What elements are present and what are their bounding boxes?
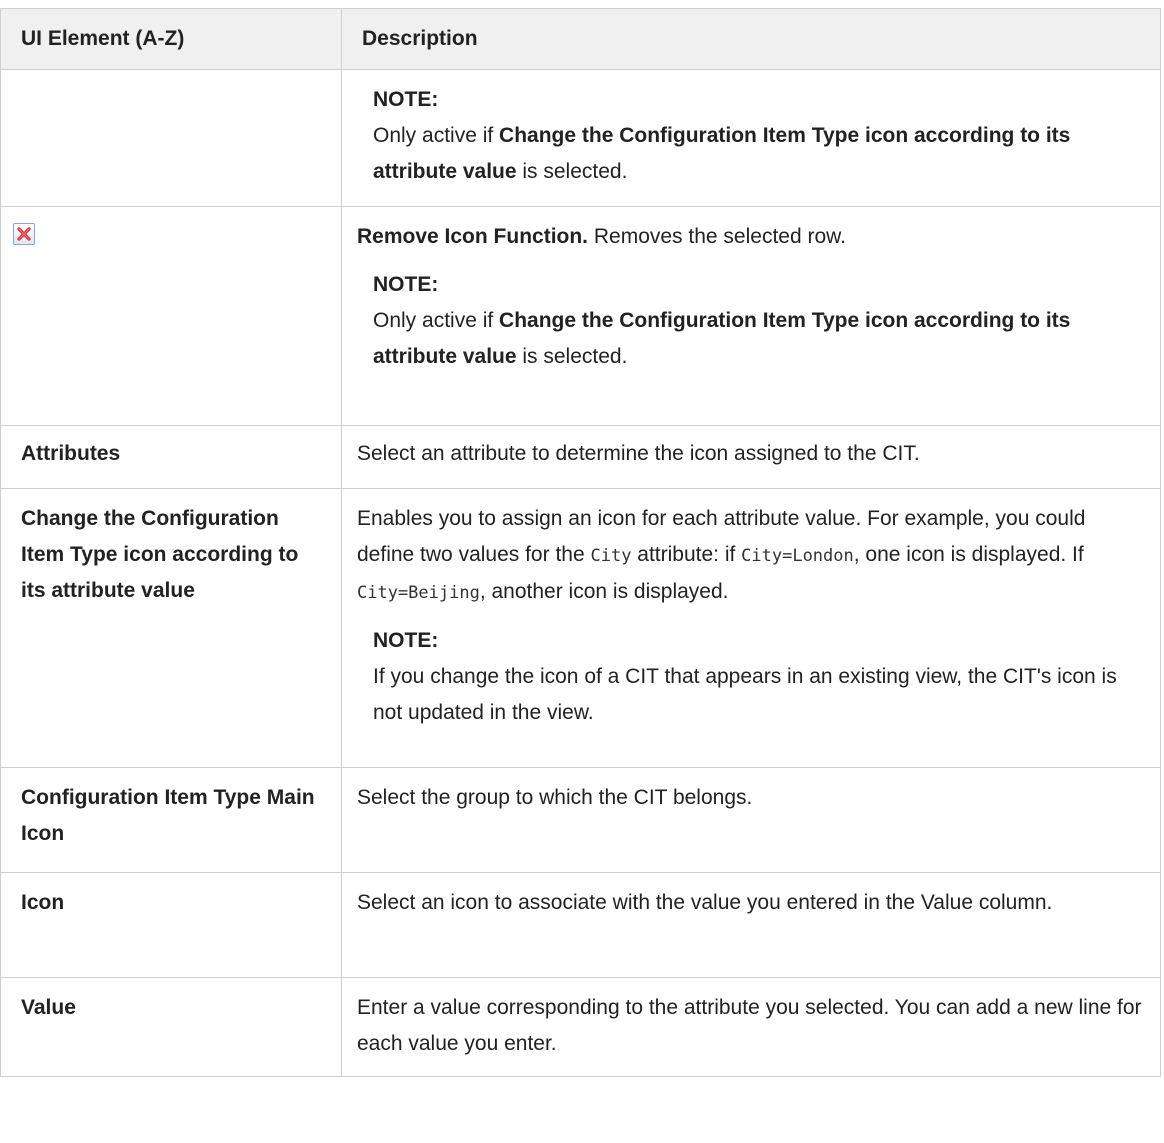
note-label: NOTE:	[373, 273, 439, 296]
ui-elements-table: UI Element (A-Z) Description NOTE: Only …	[0, 8, 1161, 1077]
ui-element-cell: Configuration Item Type Main Icon	[0, 767, 342, 873]
ui-element-cell	[0, 206, 342, 426]
ui-element-cell: Value	[0, 977, 342, 1077]
description-cell: Select an icon to associate with the val…	[341, 872, 1161, 978]
description-plain: Removes the selected row.	[588, 225, 846, 248]
description-cell: Select the group to which the CIT belong…	[341, 767, 1161, 873]
note-block: NOTE: Only active if Change the Configur…	[357, 267, 1146, 375]
ui-element-cell	[0, 69, 342, 207]
note-text-post: is selected.	[516, 345, 628, 368]
table-row: Icon Select an icon to associate with th…	[0, 872, 1161, 978]
ui-element-cell: Attributes	[0, 425, 342, 489]
code-city-beijing: City=Beijing	[357, 583, 480, 603]
table-row: Attributes Select an attribute to determ…	[0, 425, 1161, 489]
code-city: City	[590, 546, 632, 566]
table-row: NOTE: Only active if Change the Configur…	[0, 69, 1161, 207]
description-text: Enables you to assign an icon for each a…	[357, 501, 1146, 611]
remove-icon	[13, 223, 35, 245]
column-header-ui-element: UI Element (A-Z)	[0, 8, 342, 70]
table-row: Change the Configuration Item Type icon …	[0, 488, 1161, 768]
description-cell: Remove Icon Function. Removes the select…	[341, 206, 1161, 426]
ui-element-cell: Change the Configuration Item Type icon …	[0, 488, 342, 768]
description-text: Remove Icon Function. Removes the select…	[357, 219, 1146, 255]
description-part: attribute: if	[631, 543, 742, 566]
description-cell: Select an attribute to determine the ico…	[341, 425, 1161, 489]
note-label: NOTE:	[373, 88, 439, 111]
table-row: Configuration Item Type Main Icon Select…	[0, 767, 1161, 873]
ui-element-cell: Icon	[0, 872, 342, 978]
table-header-row: UI Element (A-Z) Description	[0, 8, 1161, 70]
table-row: Remove Icon Function. Removes the select…	[0, 206, 1161, 426]
description-part: , one icon is displayed. If	[853, 543, 1084, 566]
note-block: NOTE: If you change the icon of a CIT th…	[357, 623, 1146, 731]
description-cell: Enables you to assign an icon for each a…	[341, 488, 1161, 768]
table-row: Value Enter a value corresponding to the…	[0, 977, 1161, 1077]
note-text-pre: Only active if	[373, 309, 500, 332]
description-bold: Remove Icon Function.	[357, 225, 589, 248]
note-text-pre: Only active if	[373, 124, 500, 147]
code-city-london: City=London	[741, 546, 854, 566]
description-cell: NOTE: Only active if Change the Configur…	[341, 69, 1161, 207]
description-cell: Enter a value corresponding to the attri…	[341, 977, 1161, 1077]
note-text: If you change the icon of a CIT that app…	[373, 665, 1117, 724]
note-block: NOTE: Only active if Change the Configur…	[357, 82, 1146, 190]
column-header-description: Description	[341, 8, 1161, 70]
note-label: NOTE:	[373, 629, 439, 652]
description-part: , another icon is displayed.	[479, 580, 729, 603]
note-text-post: is selected.	[516, 160, 628, 183]
